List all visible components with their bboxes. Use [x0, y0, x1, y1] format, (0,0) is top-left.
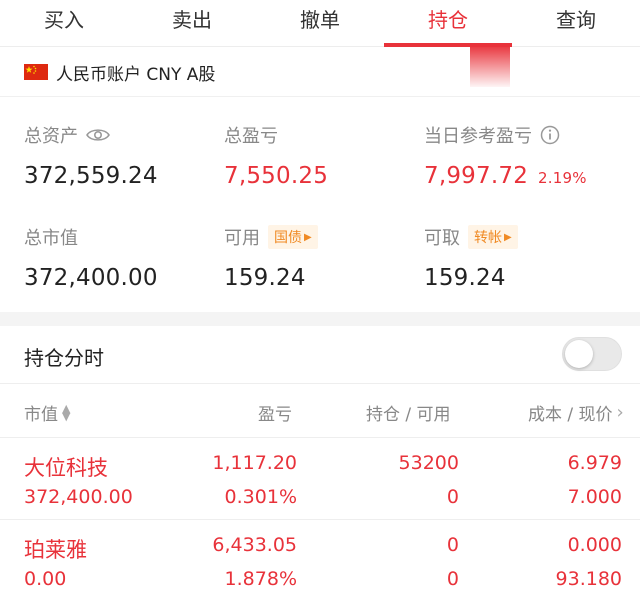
sort-icon: ▲ ▼	[62, 401, 71, 423]
total-assets-label: 总资产	[24, 126, 78, 147]
header-market-value[interactable]: 市值 ▲ ▼	[24, 400, 71, 426]
tab-cancel[interactable]: 撤单	[256, 0, 384, 46]
header-position: 持仓 / 可用	[366, 400, 451, 425]
available-funds: 可用 国债 ▶ 159.24	[224, 225, 318, 291]
treasury-bond-button[interactable]: 国债 ▶	[268, 225, 318, 249]
daily-pnl-percent: 2.19%	[538, 169, 587, 187]
toggle-knob	[565, 340, 593, 368]
tab-indicator-glow	[470, 47, 510, 87]
stock-name: 珀莱雅	[24, 538, 87, 562]
stock-available: 0	[446, 486, 459, 508]
china-flag-icon	[24, 64, 48, 80]
header-cost-price-label: 成本 / 现价	[528, 405, 613, 425]
transfer-label: 转帐	[474, 230, 502, 246]
chevron-right-icon: ›	[616, 402, 624, 423]
stock-price: 93.180	[555, 568, 622, 590]
table-row[interactable]: 大位科技 372,400.00 1,117.20 0.301% 53200 0 …	[0, 438, 640, 520]
stock-position: 53200	[398, 452, 459, 474]
section-title: 持仓分时	[24, 346, 104, 370]
tab-query[interactable]: 查询	[512, 0, 640, 46]
daily-pnl-label: 当日参考盈亏	[424, 126, 532, 147]
stock-cost: 6.979	[567, 452, 622, 474]
daily-pnl: 当日参考盈亏 7,997.72 2.19%	[424, 123, 587, 189]
total-assets-value: 372,559.24	[24, 163, 158, 189]
table-row[interactable]: 珀莱雅 0.00 6,433.05 1.878% 0 0 0.000 93.18…	[0, 520, 640, 593]
info-icon[interactable]	[540, 125, 560, 145]
withdrawable-funds: 可取 转帐 ▶ 159.24	[424, 225, 518, 291]
tab-sell[interactable]: 卖出	[128, 0, 256, 46]
trade-tabs: 买入 卖出 撤单 持仓 查询	[0, 0, 640, 47]
total-pnl: 总盈亏 7,550.25	[224, 123, 328, 189]
tab-positions[interactable]: 持仓	[384, 0, 512, 47]
transfer-button[interactable]: 转帐 ▶	[468, 225, 518, 249]
header-pnl: 盈亏	[258, 400, 292, 425]
stock-name: 大位科技	[24, 456, 108, 480]
header-position-label: 持仓 / 可用	[366, 405, 451, 425]
daily-pnl-value: 7,997.72	[424, 163, 529, 189]
asset-summary: 总资产 372,559.24 总盈亏 7,550.25 当日参考盈亏 7,997…	[0, 97, 640, 312]
market-value-value: 372,400.00	[24, 265, 158, 291]
total-assets: 总资产 372,559.24	[24, 123, 158, 189]
header-pnl-label: 盈亏	[258, 405, 292, 425]
section-divider	[0, 312, 640, 326]
stock-pnl: 6,433.05	[212, 534, 297, 556]
available-label: 可用	[224, 228, 260, 249]
stock-pnl-percent: 0.301%	[224, 486, 297, 508]
stock-cost: 0.000	[567, 534, 622, 556]
triangle-right-icon: ▶	[504, 231, 512, 243]
withdrawable-value: 159.24	[424, 265, 506, 291]
account-selector[interactable]: 人民币账户 CNY A股	[0, 47, 640, 97]
withdrawable-label: 可取	[424, 228, 460, 249]
stock-pnl-percent: 1.878%	[224, 568, 297, 590]
market-value-label: 总市值	[24, 228, 78, 249]
table-header: 市值 ▲ ▼ 盈亏 持仓 / 可用 成本 / 现价 ›	[0, 384, 640, 438]
stock-price: 7.000	[567, 486, 622, 508]
header-cost-price[interactable]: 成本 / 现价 ›	[528, 400, 624, 425]
available-value: 159.24	[224, 265, 306, 291]
stock-available: 0	[446, 568, 459, 590]
total-pnl-label: 总盈亏	[224, 126, 278, 147]
position-timeshare-row: 持仓分时	[0, 326, 640, 384]
header-market-value-label: 市值	[24, 405, 58, 425]
tab-buy[interactable]: 买入	[0, 0, 128, 46]
eye-icon[interactable]	[86, 127, 110, 143]
triangle-right-icon: ▶	[304, 231, 312, 243]
treasury-bond-label: 国债	[274, 230, 302, 246]
timeshare-toggle[interactable]	[562, 337, 622, 371]
total-pnl-value: 7,550.25	[224, 163, 329, 189]
stock-market-value: 372,400.00	[24, 486, 133, 508]
stock-pnl: 1,117.20	[212, 452, 297, 474]
stock-position: 0	[446, 534, 459, 556]
stock-market-value: 0.00	[24, 568, 67, 590]
account-label: 人民币账户 CNY A股	[56, 65, 216, 85]
market-value: 总市值 372,400.00	[24, 225, 158, 291]
